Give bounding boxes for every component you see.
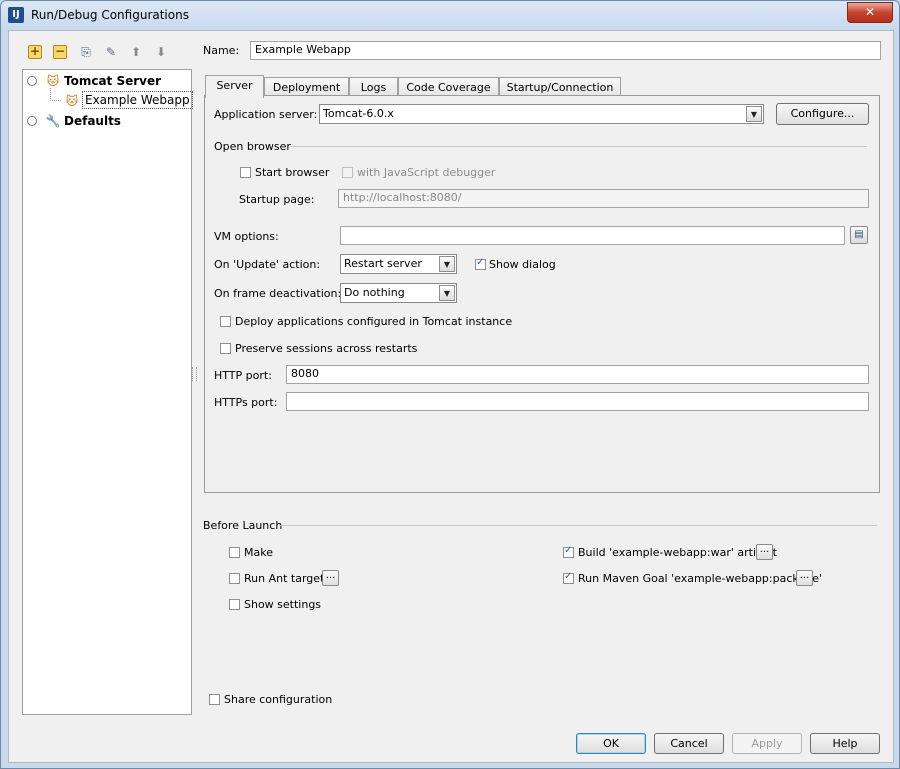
- expand-collapse-icon[interactable]: [27, 116, 37, 126]
- http-port-field[interactable]: 8080: [286, 365, 869, 384]
- expand-collapse-icon[interactable]: [27, 76, 37, 86]
- intellij-app-icon: IJ: [8, 7, 24, 23]
- application-server-value: Tomcat-6.0.x: [323, 107, 394, 120]
- configurations-tree[interactable]: 🐱 Tomcat Server 🐱 Example Webapp 🔧 Defau…: [22, 69, 193, 715]
- show-settings-checkbox[interactable]: [229, 599, 240, 610]
- run-debug-dialog: IJ Run/Debug Configurations ✕ + − ⎘ ✎ ⬆ …: [0, 0, 900, 769]
- window-title: Run/Debug Configurations: [31, 8, 189, 22]
- run-ant-target-browse-button[interactable]: ...: [322, 570, 339, 586]
- make-checkbox[interactable]: [229, 547, 240, 558]
- name-field[interactable]: Example Webapp: [250, 41, 881, 60]
- run-ant-target-checkbox[interactable]: [229, 573, 240, 584]
- ok-button[interactable]: OK: [576, 733, 646, 754]
- preserve-sessions-checkbox[interactable]: [220, 343, 231, 354]
- application-server-label: Application server:: [214, 108, 318, 121]
- deploy-apps-label: Deploy applications configured in Tomcat…: [235, 315, 513, 328]
- on-frame-deactivation-value: Do nothing: [344, 286, 405, 299]
- vm-options-field[interactable]: [340, 226, 845, 245]
- share-configuration-checkbox[interactable]: [209, 694, 220, 705]
- server-tab-panel: Application server: Tomcat-6.0.x ▼ Confi…: [204, 95, 880, 493]
- run-maven-goal-checkbox[interactable]: [563, 571, 574, 584]
- tab-deployment[interactable]: Deployment: [264, 77, 349, 97]
- title-bar: IJ Run/Debug Configurations ✕: [1, 1, 899, 29]
- apply-button[interactable]: Apply: [732, 733, 802, 754]
- startup-page-field[interactable]: http://localhost:8080/: [338, 189, 869, 208]
- tomcat-icon: 🐱: [46, 74, 60, 88]
- dropdown-arrow-icon[interactable]: ▼: [439, 256, 455, 272]
- defaults-wrench-icon: 🔧: [45, 114, 61, 128]
- on-update-value: Restart server: [344, 257, 422, 270]
- move-down-icon[interactable]: ⬇: [154, 45, 168, 59]
- dropdown-arrow-icon[interactable]: ▼: [439, 285, 455, 301]
- tomcat-config-icon: 🐱: [65, 94, 79, 108]
- run-maven-goal-label: Run Maven Goal 'example-webapp:package': [578, 572, 823, 585]
- build-artifact-label: Build 'example-webapp:war' artifact: [578, 546, 777, 559]
- open-browser-separator: [291, 146, 867, 147]
- startup-page-label: Startup page:: [239, 193, 315, 206]
- https-port-field[interactable]: [286, 392, 869, 411]
- show-dialog-label: Show dialog: [489, 258, 556, 271]
- on-update-combo[interactable]: Restart server ▼: [340, 254, 457, 274]
- build-artifact-checkbox[interactable]: [563, 545, 574, 558]
- splitter-grip[interactable]: [192, 367, 197, 381]
- preserve-sessions-label: Preserve sessions across restarts: [235, 342, 418, 355]
- vm-options-label: VM options:: [214, 230, 279, 243]
- run-ant-target-label: Run Ant target: [244, 572, 325, 585]
- run-maven-goal-browse-button[interactable]: ...: [796, 570, 813, 586]
- build-artifact-browse-button[interactable]: ...: [756, 544, 773, 560]
- application-server-combo[interactable]: Tomcat-6.0.x ▼: [319, 104, 764, 124]
- tab-code-coverage[interactable]: Code Coverage: [398, 77, 499, 97]
- tree-label-example-webapp: Example Webapp: [82, 91, 193, 109]
- tree-item-tomcat-server[interactable]: 🐱 Tomcat Server: [23, 72, 189, 90]
- dialog-client-area: + − ⎘ ✎ ⬆ ⬇ 🐱 Tomcat Server 🐱 Example We…: [8, 30, 894, 763]
- dropdown-arrow-icon[interactable]: ▼: [746, 106, 762, 122]
- move-up-icon[interactable]: ⬆: [129, 45, 143, 59]
- tree-label-tomcat-server: Tomcat Server: [64, 74, 162, 88]
- js-debugger-label: with JavaScript debugger: [357, 166, 496, 179]
- tree-label-defaults: Defaults: [64, 114, 121, 128]
- edit-defaults-icon[interactable]: ✎: [104, 45, 118, 59]
- before-launch-header: Before Launch: [203, 519, 283, 532]
- tab-startup-connection[interactable]: Startup/Connection: [499, 77, 621, 97]
- start-browser-checkbox[interactable]: [240, 167, 251, 178]
- close-button[interactable]: ✕: [847, 2, 893, 23]
- configure-button[interactable]: Configure...: [776, 103, 869, 125]
- https-port-label: HTTPs port:: [214, 396, 278, 409]
- http-port-label: HTTP port:: [214, 369, 272, 382]
- expand-text-icon[interactable]: ▤: [850, 226, 868, 244]
- remove-icon[interactable]: −: [53, 45, 67, 59]
- share-configuration-label: Share configuration: [224, 693, 333, 706]
- cancel-button[interactable]: Cancel: [654, 733, 724, 754]
- deploy-apps-checkbox[interactable]: [220, 316, 231, 327]
- name-label: Name:: [203, 44, 240, 57]
- start-browser-label: Start browser: [255, 166, 330, 179]
- tree-item-defaults[interactable]: 🔧 Defaults: [23, 112, 189, 130]
- tab-server[interactable]: Server: [205, 75, 264, 98]
- on-update-label: On 'Update' action:: [214, 258, 321, 271]
- open-browser-header: Open browser: [214, 140, 291, 153]
- before-launch-separator: [279, 525, 877, 526]
- make-label: Make: [244, 546, 273, 559]
- show-settings-label: Show settings: [244, 598, 322, 611]
- help-button[interactable]: Help: [810, 733, 880, 754]
- on-frame-deactivation-label: On frame deactivation:: [214, 287, 342, 300]
- copy-icon[interactable]: ⎘: [79, 45, 93, 59]
- show-dialog-checkbox[interactable]: [475, 257, 486, 270]
- add-icon[interactable]: +: [28, 45, 42, 59]
- tab-logs[interactable]: Logs: [349, 77, 398, 97]
- tree-connector: [50, 88, 61, 101]
- tree-item-example-webapp[interactable]: 🐱 Example Webapp: [23, 88, 193, 110]
- on-frame-deactivation-combo[interactable]: Do nothing ▼: [340, 283, 457, 303]
- js-debugger-checkbox[interactable]: [342, 167, 353, 178]
